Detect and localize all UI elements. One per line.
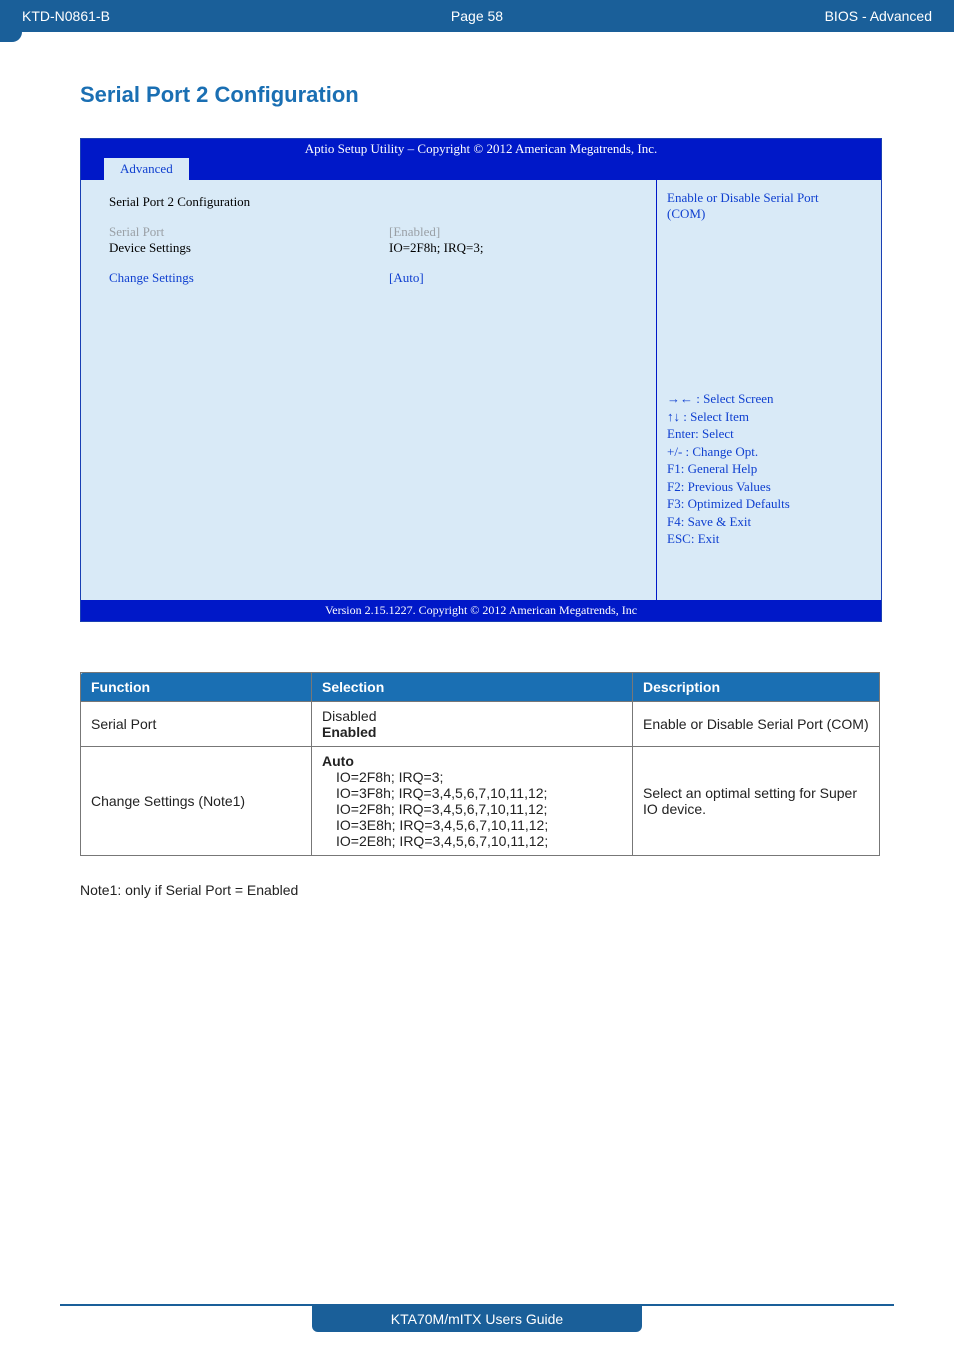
bios-help-line2: (COM) bbox=[667, 206, 871, 222]
sel-opt: IO=3F8h; IRQ=3,4,5,6,7,10,11,12; bbox=[322, 785, 622, 801]
bios-heading: Serial Port 2 Configuration bbox=[109, 194, 389, 210]
cell-sel-serial-port: Disabled Enabled bbox=[312, 702, 633, 747]
bios-version-footer: Version 2.15.1227. Copyright © 2012 Amer… bbox=[81, 600, 881, 621]
th-selection: Selection bbox=[312, 673, 633, 702]
sel-opt-bold: Auto bbox=[322, 753, 622, 769]
bios-key-help: →← : Select Screen ↑↓ : Select Item Ente… bbox=[667, 390, 871, 548]
page-number: Page 58 bbox=[451, 8, 503, 24]
bios-tab-advanced[interactable]: Advanced bbox=[103, 157, 190, 180]
bios-device-settings-label: Device Settings bbox=[109, 240, 389, 256]
top-bar: KTD-N0861-B Page 58 BIOS - Advanced bbox=[0, 0, 954, 32]
sel-opt: IO=3E8h; IRQ=3,4,5,6,7,10,11,12; bbox=[322, 817, 622, 833]
table-row: Change Settings (Note1) Auto IO=2F8h; IR… bbox=[81, 747, 880, 856]
sel-opt: IO=2F8h; IRQ=3; bbox=[322, 769, 622, 785]
table-row: Serial Port Disabled Enabled Enable or D… bbox=[81, 702, 880, 747]
bios-section-label: BIOS - Advanced bbox=[825, 8, 932, 24]
bios-key-screen: →← : Select Screen bbox=[667, 390, 871, 408]
cell-desc-change-settings: Select an optimal setting for Super IO d… bbox=[633, 747, 880, 856]
sel-opt-bold: Enabled bbox=[322, 724, 622, 740]
sel-opt: IO=2F8h; IRQ=3,4,5,6,7,10,11,12; bbox=[322, 801, 622, 817]
table-header-row: Function Selection Description bbox=[81, 673, 880, 702]
bios-device-settings-value: IO=2F8h; IRQ=3; bbox=[389, 240, 483, 256]
sel-opt: Disabled bbox=[322, 708, 622, 724]
th-description: Description bbox=[633, 673, 880, 702]
doc-id: KTD-N0861-B bbox=[22, 8, 110, 24]
bios-key-enter: Enter: Select bbox=[667, 425, 871, 443]
bios-key-item: ↑↓ : Select Item bbox=[667, 408, 871, 426]
bios-change-settings-label[interactable]: Change Settings bbox=[109, 270, 389, 286]
bios-screenshot: Aptio Setup Utility – Copyright © 2012 A… bbox=[80, 138, 882, 622]
bios-key-esc: ESC: Exit bbox=[667, 530, 871, 548]
bios-tab-row: Advanced bbox=[81, 157, 881, 179]
bios-key-change: +/- : Change Opt. bbox=[667, 443, 871, 461]
bios-key-f4: F4: Save & Exit bbox=[667, 513, 871, 531]
bios-help-panel: Enable or Disable Serial Port (COM) →← :… bbox=[656, 180, 881, 600]
bios-title: Aptio Setup Utility – Copyright © 2012 A… bbox=[81, 139, 881, 157]
note1: Note1: only if Serial Port = Enabled bbox=[80, 882, 894, 898]
bios-change-settings-value[interactable]: [Auto] bbox=[389, 270, 424, 286]
bios-main-panel: Serial Port 2 Configuration Serial Port … bbox=[81, 180, 656, 600]
bios-key-f2: F2: Previous Values bbox=[667, 478, 871, 496]
footer-title: KTA70M/mITX Users Guide bbox=[312, 1306, 642, 1332]
cell-sel-change-settings: Auto IO=2F8h; IRQ=3; IO=3F8h; IRQ=3,4,5,… bbox=[312, 747, 633, 856]
settings-table: Function Selection Description Serial Po… bbox=[80, 672, 880, 856]
th-function: Function bbox=[81, 673, 312, 702]
bios-key-f1: F1: General Help bbox=[667, 460, 871, 478]
bios-serial-port-label[interactable]: Serial Port bbox=[109, 224, 389, 240]
page-footer: KTA70M/mITX Users Guide bbox=[0, 1304, 954, 1332]
section-title: Serial Port 2 Configuration bbox=[80, 82, 894, 108]
cell-desc-serial-port: Enable or Disable Serial Port (COM) bbox=[633, 702, 880, 747]
sel-opt: IO=2E8h; IRQ=3,4,5,6,7,10,11,12; bbox=[322, 833, 622, 849]
cell-func-serial-port: Serial Port bbox=[81, 702, 312, 747]
bios-help-line1: Enable or Disable Serial Port bbox=[667, 190, 871, 206]
bios-serial-port-value[interactable]: [Enabled] bbox=[389, 224, 440, 240]
bios-key-f3: F3: Optimized Defaults bbox=[667, 495, 871, 513]
cell-func-change-settings: Change Settings (Note1) bbox=[81, 747, 312, 856]
